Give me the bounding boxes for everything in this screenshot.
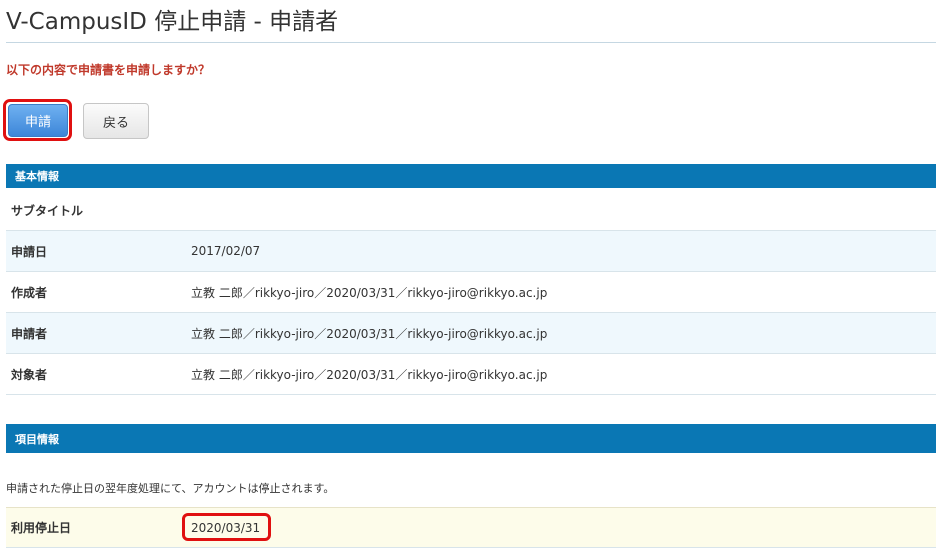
row-label: 申請日 — [11, 244, 48, 259]
confirm-message: 以下の内容で申請書を申請しますか？ — [6, 63, 211, 77]
table-row-target: 対象者 立教 二郎／rikkyo-jiro／2020/03/31／rikkyo-… — [6, 354, 936, 395]
stop-date-highlight — [182, 513, 271, 541]
back-button[interactable]: 戻る — [83, 103, 149, 139]
row-value: 立教 二郎／rikkyo-jiro／2020/03/31／rikkyo-jiro… — [191, 285, 548, 300]
row-value: 立教 二郎／rikkyo-jiro／2020/03/31／rikkyo-jiro… — [191, 326, 548, 341]
row-label: 作成者 — [11, 285, 48, 300]
table-row-stop-date: 利用停止日 2020/03/31 — [6, 507, 936, 548]
row-label: サブタイトル — [11, 203, 84, 218]
row-value: 2017/02/07 — [191, 244, 261, 258]
page-title: V-CampusID 停止申請 - 申請者 — [6, 9, 339, 35]
row-label: 利用停止日 — [11, 521, 72, 535]
table-row-apply-date: 申請日 2017/02/07 — [6, 231, 936, 272]
stop-notice: 申請された停止日の翌年度処理にて、アカウントは停止されます。 — [6, 482, 335, 495]
table-row-subtitle: サブタイトル — [6, 190, 936, 231]
section-header-item-info: 項目情報 — [6, 424, 936, 453]
apply-button[interactable]: 申請 — [8, 104, 68, 137]
title-divider — [6, 42, 936, 43]
row-label: 対象者 — [11, 367, 48, 382]
row-label: 申請者 — [11, 326, 48, 341]
table-row-creator: 作成者 立教 二郎／rikkyo-jiro／2020/03/31／rikkyo-… — [6, 272, 936, 313]
row-value: 立教 二郎／rikkyo-jiro／2020/03/31／rikkyo-jiro… — [191, 367, 548, 382]
table-row-applicant: 申請者 立教 二郎／rikkyo-jiro／2020/03/31／rikkyo-… — [6, 313, 936, 354]
section-header-basic-info: 基本情報 — [6, 164, 936, 188]
